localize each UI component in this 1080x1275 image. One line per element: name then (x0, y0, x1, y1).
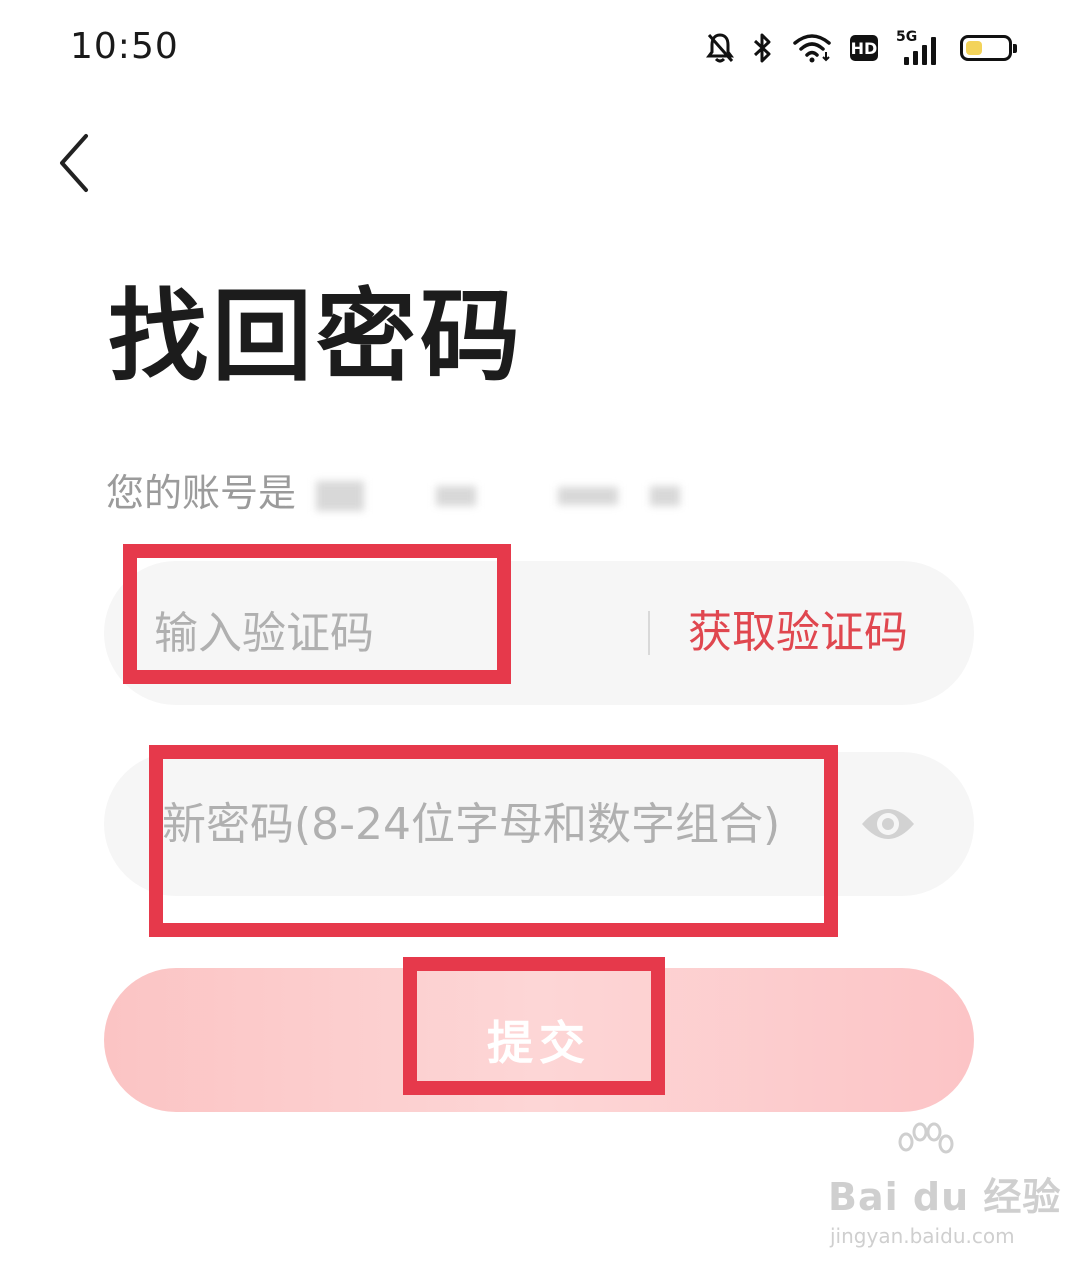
watermark-url: jingyan.baidu.com (830, 1224, 1015, 1248)
bluetooth-icon (753, 33, 771, 63)
watermark: Bai du 经验 jingyan.baidu.com (828, 1122, 1060, 1260)
account-info: 您的账号是 (106, 462, 681, 517)
redacted-account (316, 480, 365, 511)
paw-icon (898, 1122, 954, 1154)
new-password-input[interactable] (162, 752, 822, 896)
hd-label: HD (850, 38, 878, 58)
wifi-icon (793, 34, 831, 63)
show-password-toggle[interactable] (860, 798, 916, 850)
new-password-field (104, 752, 974, 896)
verification-code-field: 获取验证码 (104, 561, 974, 705)
get-code-button[interactable]: 获取验证码 (688, 561, 908, 705)
5g-signal-icon: 5G (896, 29, 942, 65)
back-button[interactable] (50, 128, 100, 198)
status-bar: 10:50 HD 5G (0, 0, 1080, 96)
redacted-account (558, 486, 619, 505)
chevron-left-icon (60, 134, 88, 192)
bell-off-icon (706, 33, 734, 63)
watermark-brand: Bai du 经验 (828, 1175, 1062, 1219)
page-title: 找回密码 (108, 278, 524, 395)
submit-button[interactable]: 提交 (104, 968, 974, 1112)
eye-icon (862, 809, 914, 839)
status-time: 10:50 (70, 26, 179, 67)
signal-bars (904, 37, 936, 65)
redacted-account (650, 485, 681, 506)
account-prefix: 您的账号是 (106, 471, 297, 515)
status-icons: HD 5G (706, 28, 1017, 68)
field-divider (648, 611, 650, 655)
verification-code-input[interactable] (154, 561, 634, 705)
redacted-account (436, 485, 477, 506)
hd-icon: HD (850, 35, 878, 61)
battery-icon (960, 35, 1017, 61)
battery-fill (966, 41, 982, 55)
